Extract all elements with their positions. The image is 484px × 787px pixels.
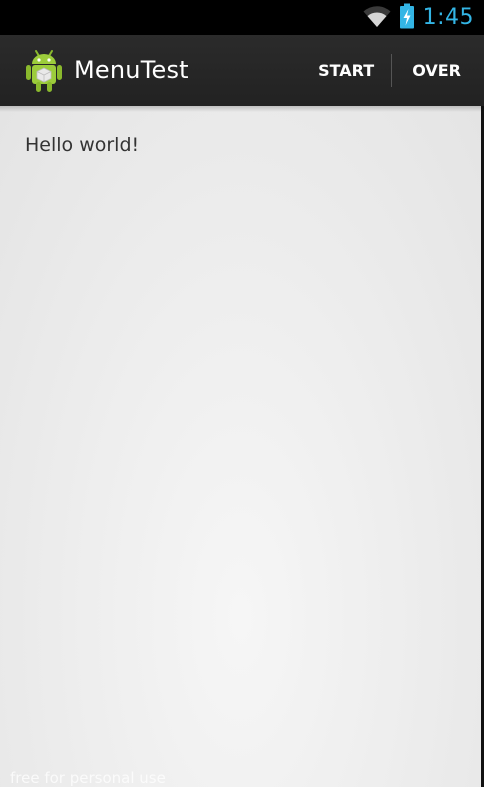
battery-charging-icon [399, 3, 415, 33]
status-clock: 1:45 [422, 5, 474, 30]
over-menu-button[interactable]: OVER [392, 35, 484, 106]
status-bar: 1:45 [0, 0, 484, 35]
hello-text: Hello world! [25, 134, 140, 156]
app-title: MenuTest [74, 56, 189, 84]
action-bar: MenuTest START OVER [0, 35, 484, 106]
main-content: Hello world! free for personal use [0, 106, 481, 787]
start-menu-button[interactable]: START [302, 35, 391, 106]
android-app-icon[interactable] [24, 49, 64, 93]
watermark-text: free for personal use [10, 769, 166, 787]
wifi-icon [363, 4, 391, 32]
status-icons: 1:45 [363, 0, 474, 35]
action-menu: START OVER [302, 35, 484, 106]
